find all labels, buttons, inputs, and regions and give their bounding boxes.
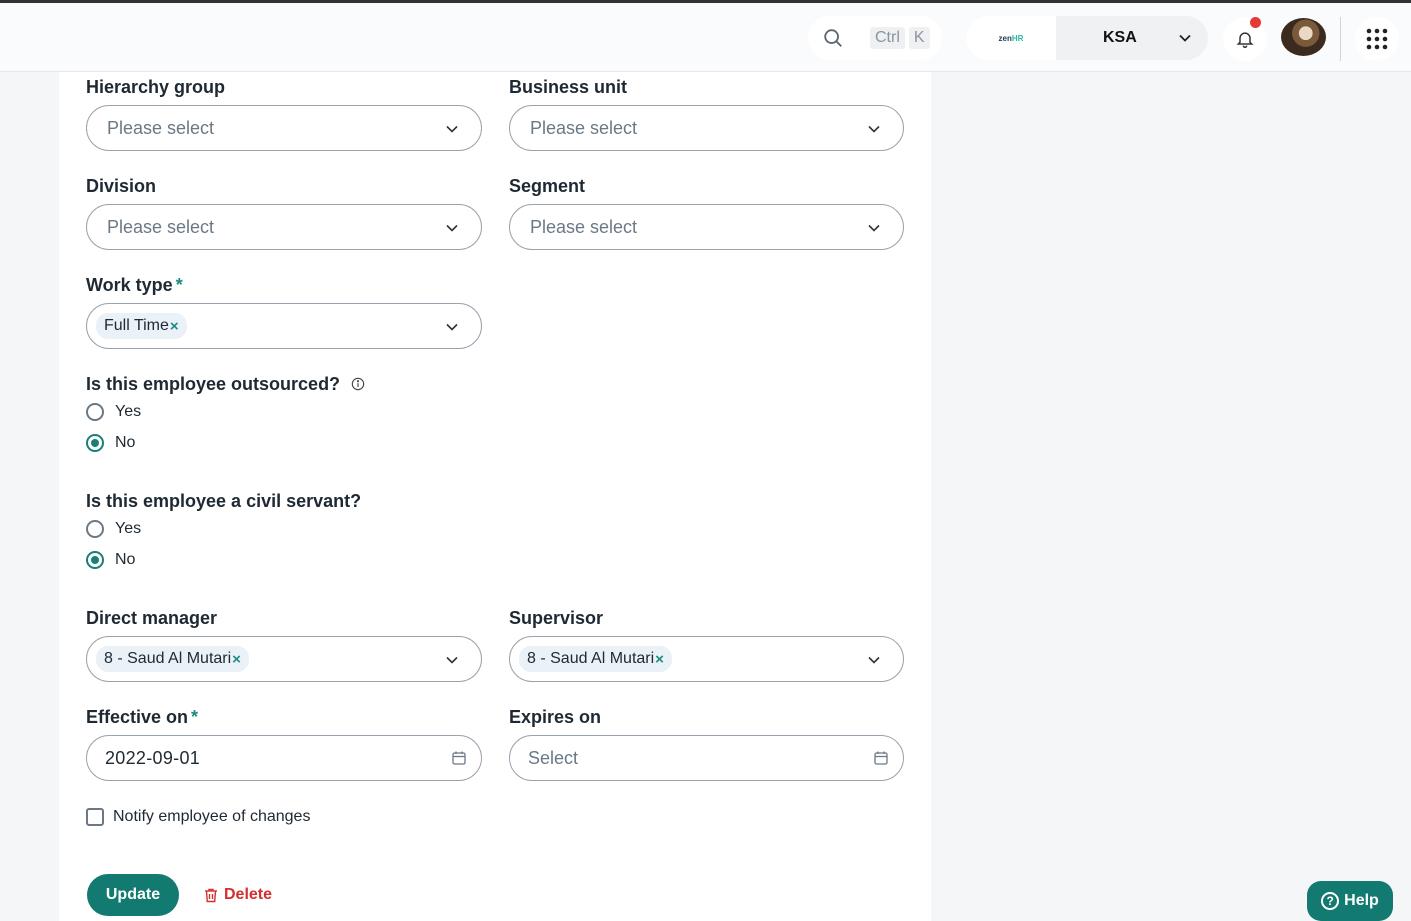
work-type-value: Full Time: [104, 317, 169, 334]
calendar-icon[interactable]: [451, 750, 467, 766]
supervisor-value: 8 - Saud Al Mutari: [527, 650, 655, 667]
chevron-down-icon: [1179, 34, 1191, 42]
notify-employee-checkbox[interactable]: [86, 808, 104, 826]
effective-on-label-text: Effective on: [86, 707, 189, 727]
division-placeholder: Please select: [107, 216, 215, 237]
outsourced-question-text: Is this employee outsourced?: [86, 374, 341, 394]
company-switcher[interactable]: zen HR KSA: [966, 16, 1208, 60]
effective-on-value: 2022-09-01: [105, 747, 201, 768]
radio-button[interactable]: [86, 520, 104, 538]
expires-on-date-input[interactable]: Select: [509, 735, 904, 781]
expires-on-label: Expires on: [509, 707, 602, 727]
segment-select[interactable]: Please select: [509, 204, 904, 250]
supervisor-label: Supervisor: [509, 608, 604, 628]
division-select[interactable]: Please select: [86, 204, 482, 250]
help-button[interactable]: ? Help: [1307, 881, 1393, 921]
company-logo: zen HR: [966, 16, 1056, 60]
radio-label: No: [115, 434, 136, 451]
expires-on-placeholder: Select: [528, 747, 579, 768]
delete-label: Delete: [224, 886, 273, 903]
radio-label: Yes: [115, 403, 142, 420]
outsourced-option-yes[interactable]: Yes: [86, 403, 141, 421]
supervisor-select[interactable]: 8 - Saud Al Mutari ×: [509, 636, 904, 682]
direct-manager-label: Direct manager: [86, 608, 218, 628]
notify-employee-label: Notify employee of changes: [113, 808, 311, 825]
civil-servant-question: Is this employee a civil servant?: [86, 491, 362, 511]
remove-tag-icon[interactable]: ×: [655, 651, 664, 668]
work-type-label: Work type *: [86, 275, 183, 296]
effective-on-label: Effective on *: [86, 707, 198, 728]
logo-text: zen: [998, 33, 1012, 43]
header-divider: [1340, 17, 1341, 61]
global-search[interactable]: Ctrl K: [808, 16, 942, 60]
work-type-select[interactable]: Full Time ×: [86, 303, 482, 349]
work-type-tag: Full Time ×: [96, 313, 187, 339]
radio-button-selected[interactable]: [86, 551, 104, 569]
logo-text-accent: HR: [1011, 33, 1024, 43]
chevron-down-icon: [868, 224, 880, 232]
outsourced-option-no[interactable]: No: [86, 434, 135, 452]
chevron-down-icon: [446, 323, 458, 331]
business-unit-select[interactable]: Please select: [509, 105, 904, 151]
question-mark-icon: ?: [1321, 892, 1340, 910]
notification-badge: [1250, 17, 1261, 28]
radio-label: No: [115, 551, 136, 568]
chevron-down-icon: [446, 125, 458, 133]
segment-placeholder: Please select: [530, 216, 638, 237]
delete-button[interactable]: Delete: [204, 886, 272, 904]
segment-label: Segment: [509, 176, 586, 196]
division-label: Division: [86, 176, 157, 196]
calendar-icon[interactable]: [873, 750, 889, 766]
shortcut-k-key: K: [908, 27, 930, 49]
trash-icon: [205, 888, 217, 902]
help-label: Help: [1344, 892, 1379, 909]
business-unit-label: Business unit: [509, 77, 628, 97]
search-icon: [824, 29, 842, 47]
hierarchy-group-label: Hierarchy group: [86, 77, 226, 97]
chevron-down-icon: [868, 125, 880, 133]
direct-manager-tag: 8 - Saud Al Mutari ×: [96, 646, 249, 672]
supervisor-tag: 8 - Saud Al Mutari ×: [519, 646, 672, 672]
bell-icon: [1236, 32, 1254, 49]
grid-icon: [1366, 28, 1388, 50]
required-marker: *: [175, 275, 183, 295]
required-marker: *: [191, 707, 199, 727]
chevron-down-icon: [446, 224, 458, 232]
effective-on-date-input[interactable]: 2022-09-01: [86, 735, 482, 781]
direct-manager-value: 8 - Saud Al Mutari: [104, 650, 232, 667]
hierarchy-group-placeholder: Please select: [107, 117, 215, 138]
notifications-button[interactable]: [1223, 17, 1267, 61]
work-type-label-text: Work type: [86, 275, 173, 295]
info-icon[interactable]: [351, 377, 365, 391]
outsourced-question: Is this employee outsourced?: [86, 374, 365, 395]
radio-button[interactable]: [86, 403, 104, 421]
radio-label: Yes: [115, 520, 142, 537]
radio-button-selected[interactable]: [86, 434, 104, 452]
direct-manager-select[interactable]: 8 - Saud Al Mutari ×: [86, 636, 482, 682]
apps-menu-button[interactable]: [1355, 17, 1399, 61]
top-header: Ctrl K zen HR KSA: [0, 3, 1411, 72]
business-unit-placeholder: Please select: [530, 117, 638, 138]
avatar[interactable]: [1281, 18, 1326, 56]
remove-tag-icon[interactable]: ×: [232, 651, 241, 668]
notify-employee-option[interactable]: Notify employee of changes: [86, 808, 310, 826]
chevron-down-icon: [868, 656, 880, 664]
chevron-down-icon: [446, 656, 458, 664]
update-button[interactable]: Update: [87, 874, 179, 916]
company-name: KSA: [1103, 29, 1137, 46]
civil-servant-option-yes[interactable]: Yes: [86, 520, 141, 538]
civil-servant-option-no[interactable]: No: [86, 551, 135, 569]
hierarchy-group-select[interactable]: Please select: [86, 105, 482, 151]
remove-tag-icon[interactable]: ×: [170, 318, 179, 335]
shortcut-ctrl-key: Ctrl: [870, 27, 905, 49]
